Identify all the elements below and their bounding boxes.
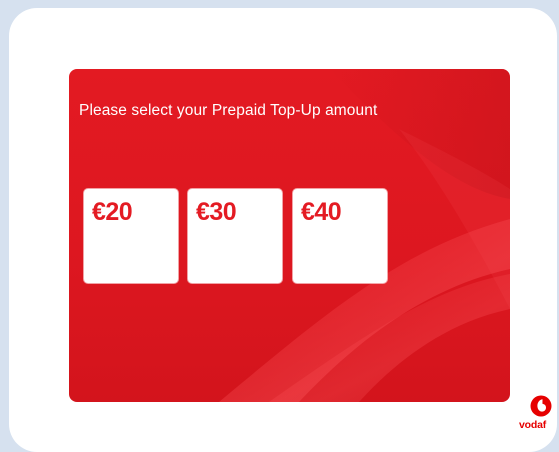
topup-amount-label: €20 bbox=[92, 198, 133, 226]
kiosk-screen: { "prompt": "Please select your Prepaid … bbox=[0, 0, 559, 452]
topup-amount-label: €40 bbox=[301, 198, 342, 226]
device-screen: Please select your Prepaid Top-Up amount… bbox=[9, 8, 557, 452]
topup-option-30[interactable]: €30 bbox=[188, 189, 282, 283]
vodafone-speechmark-icon bbox=[530, 395, 552, 417]
vodafone-logo: vodaf bbox=[519, 392, 559, 440]
topup-prompt: Please select your Prepaid Top-Up amount bbox=[79, 102, 378, 119]
vodafone-wordmark: vodaf bbox=[519, 419, 547, 431]
topup-option-20[interactable]: €20 bbox=[84, 189, 178, 283]
topup-panel: Please select your Prepaid Top-Up amount… bbox=[69, 69, 510, 402]
topup-amount-label: €30 bbox=[196, 198, 237, 226]
topup-option-40[interactable]: €40 bbox=[293, 189, 387, 283]
